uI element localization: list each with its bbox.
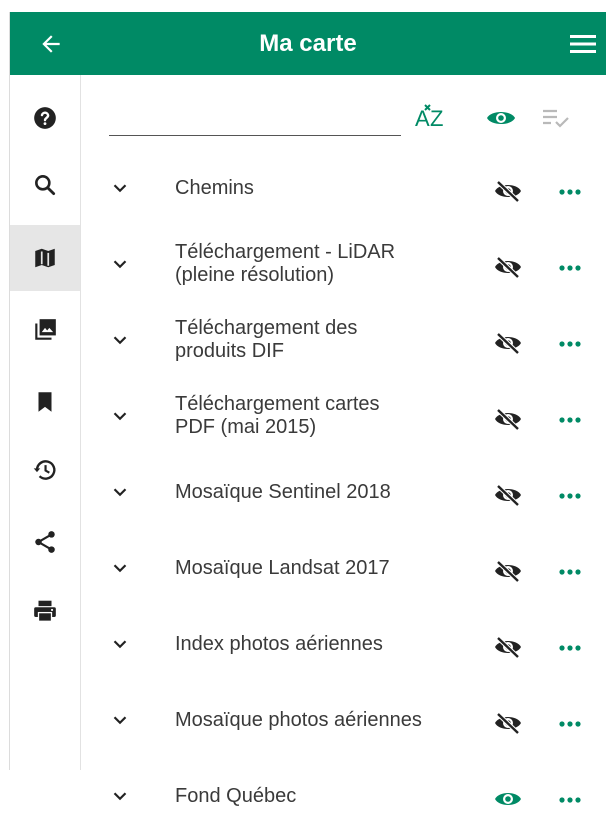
hamburger-menu-icon[interactable] (570, 33, 596, 55)
more-options-icon[interactable] (558, 796, 582, 804)
chevron-down-icon[interactable] (109, 405, 131, 427)
layer-row[interactable]: Mosaïque photos aériennes (81, 682, 606, 758)
layer-filter-input[interactable] (109, 135, 401, 136)
map-icon (35, 248, 55, 268)
layer-row[interactable]: Fond Québec (81, 758, 606, 834)
history-icon (33, 460, 56, 480)
more-options-icon[interactable] (558, 340, 582, 348)
layer-row[interactable]: Chemins (81, 150, 606, 226)
layer-name: Mosaïque photos aériennes (175, 709, 495, 732)
more-options-icon[interactable] (558, 264, 582, 272)
layer-name-line: produits DIF (175, 340, 284, 362)
map-layers-panel: A Z Chemins Téléchargement - LiDAR (pleine… (81, 75, 606, 807)
layer-name-line: Mosaïque photos aériennes (175, 708, 422, 731)
layer-name-line: Téléchargement cartes (175, 393, 380, 415)
layer-name: Téléchargement des produits DIF (175, 317, 495, 363)
layer-name-line: Chemins (175, 176, 254, 199)
chevron-down-icon[interactable] (109, 785, 131, 807)
sidebar-item-share[interactable] (10, 509, 80, 575)
checklist-icon[interactable] (542, 107, 570, 129)
layer-name: Téléchargement cartes PDF (mai 2015) (175, 393, 495, 439)
chevron-down-icon[interactable] (109, 633, 131, 655)
chevron-down-icon[interactable] (109, 709, 131, 731)
eye-off-icon[interactable] (494, 559, 522, 583)
eye-off-icon[interactable] (494, 711, 522, 735)
layer-row[interactable]: Téléchargement cartes PDF (mai 2015) (81, 378, 606, 454)
more-options-icon[interactable] (558, 720, 582, 728)
layer-name-line: Fond Québec (175, 784, 297, 807)
svg-text:A: A (415, 106, 430, 131)
layer-name: Fond Québec (175, 785, 495, 808)
layer-name-line: (pleine résolution) (175, 264, 334, 286)
sidebar-item-map[interactable] (10, 225, 80, 291)
layer-name: Téléchargement - LiDAR (pleine résolution… (175, 241, 495, 287)
layer-name-line: Mosaïque Sentinel 2018 (175, 480, 391, 503)
sidebar-item-bookmarks[interactable] (10, 369, 80, 435)
bookmark-icon (38, 392, 52, 412)
chevron-down-icon[interactable] (109, 329, 131, 351)
eye-off-icon[interactable] (494, 255, 522, 279)
layer-name: Mosaïque Landsat 2017 (175, 557, 495, 580)
help-icon (34, 107, 56, 129)
layer-name-line: Téléchargement - LiDAR (175, 241, 396, 263)
layer-row[interactable]: Téléchargement des produits DIF (81, 302, 606, 378)
svg-text:Z: Z (430, 106, 443, 131)
chevron-down-icon[interactable] (109, 177, 131, 199)
sidebar-item-history[interactable] (10, 437, 80, 503)
layer-name-line: Index photos aériennes (175, 632, 383, 655)
layer-name-line: Mosaïque Landsat 2017 (175, 556, 390, 579)
layer-row[interactable]: Index photos aériennes (81, 606, 606, 682)
sidebar (10, 75, 81, 770)
more-options-icon[interactable] (558, 188, 582, 196)
eye-off-icon[interactable] (494, 331, 522, 355)
page-title: Ma carte (259, 30, 357, 57)
layer-name: Mosaïque Sentinel 2018 (175, 481, 495, 504)
chevron-down-icon[interactable] (109, 253, 131, 275)
sort-az-icon[interactable]: A Z (414, 102, 450, 132)
layer-name-line: Téléchargement des (175, 317, 358, 339)
chevron-down-icon[interactable] (109, 481, 131, 503)
eye-off-icon[interactable] (494, 179, 522, 203)
sidebar-item-help[interactable] (10, 85, 80, 151)
layer-row[interactable]: Mosaïque Landsat 2017 (81, 530, 606, 606)
photo-library-icon (35, 319, 56, 340)
more-options-icon[interactable] (558, 416, 582, 424)
eye-icon[interactable] (494, 787, 522, 811)
sidebar-item-photos[interactable] (10, 297, 80, 363)
eye-off-icon[interactable] (494, 483, 522, 507)
eye-icon[interactable] (486, 107, 516, 129)
sidebar-item-search[interactable] (10, 152, 80, 218)
layer-name: Index photos aériennes (175, 633, 495, 656)
print-icon (34, 600, 56, 622)
more-options-icon[interactable] (558, 644, 582, 652)
layer-name: Chemins (175, 177, 495, 200)
layer-row[interactable]: Téléchargement - LiDAR (pleine résolution… (81, 226, 606, 302)
chevron-down-icon[interactable] (109, 557, 131, 579)
layer-name-line: PDF (mai 2015) (175, 416, 317, 438)
more-options-icon[interactable] (558, 568, 582, 576)
more-options-icon[interactable] (558, 492, 582, 500)
search-icon (35, 175, 56, 196)
eye-off-icon[interactable] (494, 407, 522, 431)
layer-row[interactable]: Mosaïque Sentinel 2018 (81, 454, 606, 530)
eye-off-icon[interactable] (494, 635, 522, 659)
sidebar-item-print[interactable] (10, 578, 80, 644)
app-header: Ma carte (10, 12, 606, 75)
share-icon (35, 531, 55, 553)
